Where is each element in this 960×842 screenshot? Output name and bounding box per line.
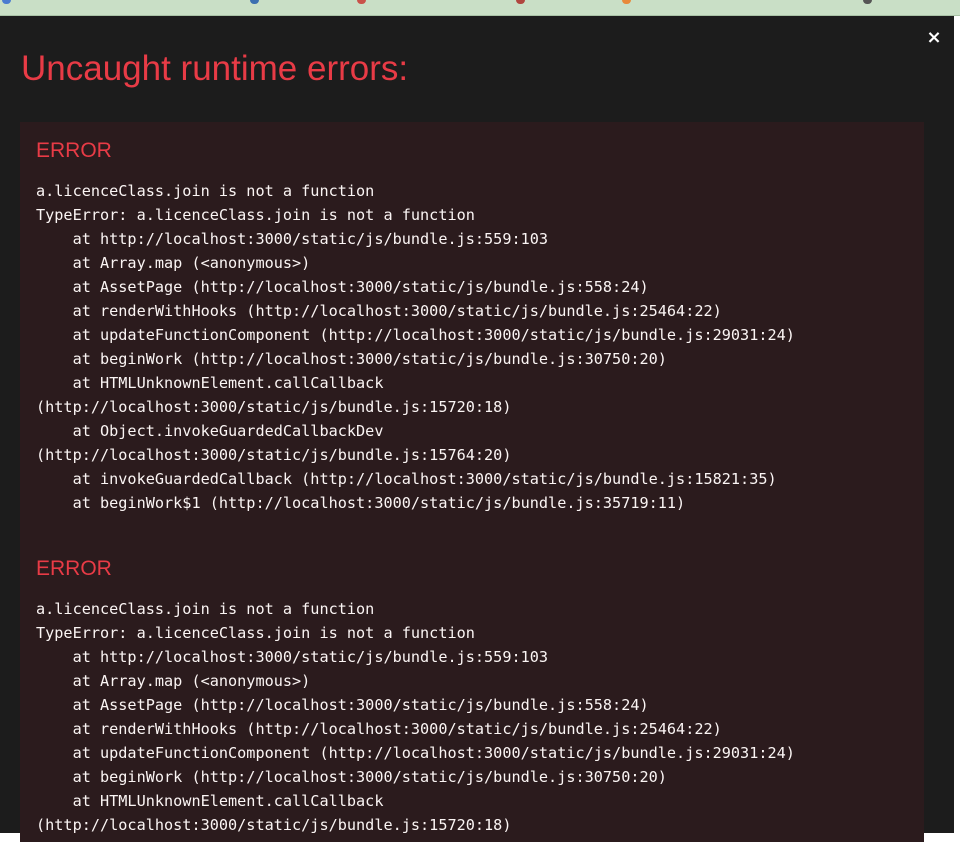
stack-trace-line: at http://localhost:3000/static/js/bundl… xyxy=(36,648,549,666)
stack-trace-line: TypeError: a.licenceClass.join is not a … xyxy=(36,624,475,642)
error-message: a.licenceClass.join is not a function xyxy=(36,182,375,200)
error-block: ERROR a.licenceClass.join is not a funct… xyxy=(36,137,795,515)
stack-trace-line: at renderWithHooks (http://localhost:300… xyxy=(36,720,722,738)
stack-trace-line: at beginWork (http://localhost:3000/stat… xyxy=(36,768,667,786)
stack-trace-line: at invokeGuardedCallback (http://localho… xyxy=(36,470,777,488)
errors-panel: ERROR a.licenceClass.join is not a funct… xyxy=(20,122,924,842)
stack-trace-line: at Array.map (<anonymous>) xyxy=(36,254,311,272)
scrollbar-track[interactable] xyxy=(954,16,960,833)
stack-trace-line: at renderWithHooks (http://localhost:300… xyxy=(36,302,722,320)
stack-trace-line: at AssetPage (http://localhost:3000/stat… xyxy=(36,278,649,296)
error-label: ERROR xyxy=(36,557,112,580)
stack-trace-line: at updateFunctionComponent (http://local… xyxy=(36,326,795,344)
overlay-title: Uncaught runtime errors: xyxy=(21,49,409,88)
error-message: a.licenceClass.join is not a function xyxy=(36,600,375,618)
bookmark-favicon-icon[interactable] xyxy=(357,0,366,4)
bookmark-favicon-icon[interactable] xyxy=(863,0,872,4)
bookmark-favicon-icon[interactable] xyxy=(250,0,259,4)
browser-bookmarks-bar xyxy=(0,0,960,16)
stack-trace-line: at beginWork (http://localhost:3000/stat… xyxy=(36,350,667,368)
stack-trace-line: at updateFunctionComponent (http://local… xyxy=(36,744,795,762)
stack-trace-line: at Object.invokeGuardedCallbackDev xyxy=(36,422,384,440)
stack-trace-line: at HTMLUnknownElement.callCallback xyxy=(36,374,384,392)
stack-trace-line: (http://localhost:3000/static/js/bundle.… xyxy=(36,398,512,416)
stack-trace-line: (http://localhost:3000/static/js/bundle.… xyxy=(36,446,512,464)
stack-trace-line: at Array.map (<anonymous>) xyxy=(36,672,311,690)
stack-trace-line: at HTMLUnknownElement.callCallback xyxy=(36,792,384,810)
close-icon[interactable]: × xyxy=(924,27,944,49)
bookmark-favicon-icon[interactable] xyxy=(516,0,525,4)
bookmark-favicon-icon[interactable] xyxy=(622,0,631,4)
stack-trace-line: at AssetPage (http://localhost:3000/stat… xyxy=(36,696,649,714)
stack-trace-line: TypeError: a.licenceClass.join is not a … xyxy=(36,206,475,224)
bookmark-favicon-icon[interactable] xyxy=(2,0,11,4)
stack-trace-line: at http://localhost:3000/static/js/bundl… xyxy=(36,230,549,248)
stack-trace-line: at beginWork$1 (http://localhost:3000/st… xyxy=(36,494,686,512)
stack-trace-line: (http://localhost:3000/static/js/bundle.… xyxy=(36,816,512,834)
error-label: ERROR xyxy=(36,139,112,162)
error-block: ERROR a.licenceClass.join is not a funct… xyxy=(36,555,795,837)
